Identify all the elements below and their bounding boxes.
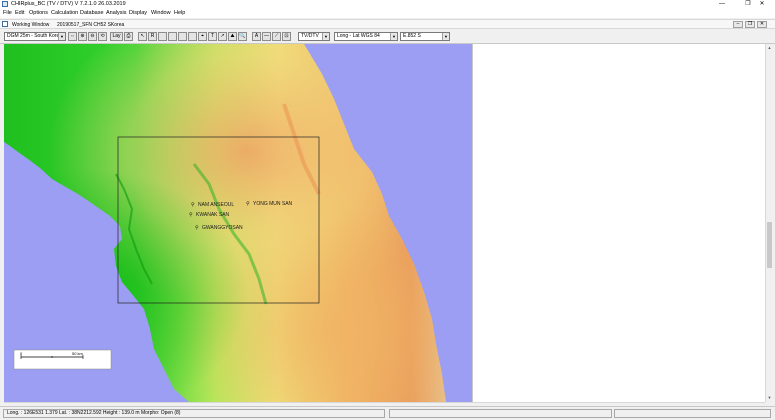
scale-bar-background <box>13 349 112 370</box>
chevron-down-icon: ▼ <box>58 33 65 40</box>
chevron-down-icon: ▼ <box>442 33 449 40</box>
propagation-select[interactable]: E.852 S ▼ <box>400 32 450 41</box>
coordinate-system-select[interactable]: Long - Lat WGS 84 ▼ <box>334 32 398 41</box>
vertical-scrollbar[interactable]: ▲ ▼ <box>765 44 773 402</box>
child-close-button[interactable]: ✕ <box>757 21 767 28</box>
terrain-button[interactable]: ⛰ <box>228 32 237 41</box>
close-button[interactable]: ✕ <box>749 0 775 9</box>
coordinate-system-value: Long - Lat WGS 84 <box>337 33 380 39</box>
app-icon <box>2 1 8 7</box>
menu-edit[interactable]: Edit <box>15 10 24 16</box>
station-symbol: ⚲ <box>191 202 195 208</box>
transmitter-station-3[interactable]: ⚲ KWANAK SAN <box>189 212 230 218</box>
app-title: CHIRplus_BC (TV / DTV) V 7.2.1.0 26.03.2… <box>11 1 126 7</box>
scroll-thumb[interactable] <box>767 222 772 268</box>
menu-window[interactable]: Window <box>151 10 171 16</box>
transmitter-station-4[interactable]: ⚲ GWANGGYOSAN <box>195 225 243 231</box>
dem-select[interactable]: DGM 25m - South Korea ▼ <box>4 32 66 41</box>
line-button[interactable]: — <box>262 32 271 41</box>
station-symbol: ⚲ <box>246 201 250 207</box>
arrow-button[interactable]: ↗ <box>218 32 227 41</box>
station-symbol: ⚲ <box>195 225 199 231</box>
status-bar: Long. : 126E531 1.379 Lat. : 38N2212.592… <box>0 406 775 420</box>
minimize-button[interactable]: — <box>709 0 735 9</box>
refresh-button[interactable]: ⟲ <box>98 32 107 41</box>
print-button[interactable]: ⎙ <box>124 32 133 41</box>
cursor-position-status: Long. : 126E531 1.379 Lat. : 38N2212.592… <box>3 409 385 418</box>
station-label: YONG MUN SAN <box>253 201 293 207</box>
station-label: NAM ANSEOUL <box>198 202 234 208</box>
tool-button-2[interactable] <box>168 32 177 41</box>
propagation-select-value: E.852 S <box>403 33 421 39</box>
station-symbol: ⚲ <box>189 212 193 218</box>
magnify-button[interactable]: 🔍 <box>238 32 247 41</box>
menu-database[interactable]: Database <box>80 10 104 16</box>
tool-button-3[interactable] <box>178 32 187 41</box>
scale-bar: 0 50 km <box>13 349 112 370</box>
window-icon <box>2 21 8 27</box>
dem-select-value: DGM 25m - South Korea <box>7 33 63 39</box>
crosshair-button[interactable]: ⌖ <box>198 32 207 41</box>
station-label: KWANAK SAN <box>196 212 230 218</box>
working-window-titlebar: Working Window 20190517_SFN CH52 SKorea … <box>0 19 775 29</box>
service-select-value: TV/DTV <box>301 33 319 39</box>
chevron-down-icon: ▼ <box>322 33 329 40</box>
child-restore-button[interactable]: ❐ <box>745 21 755 28</box>
status-panel <box>614 409 771 418</box>
title-bar: CHIRplus_BC (TV / DTV) V 7.2.1.0 26.03.2… <box>0 0 775 9</box>
menu-display[interactable]: Display <box>129 10 147 16</box>
menu-bar: File Edit Options Calculation Database A… <box>0 9 775 18</box>
transmitter-station-1[interactable]: ⚲ NAM ANSEOUL <box>191 202 234 208</box>
child-minimize-button[interactable]: – <box>733 21 743 28</box>
transmitter-station-2[interactable]: ⚲ YONG MUN SAN <box>246 201 293 207</box>
document-name: 20190517_SFN CH52 SKorea <box>57 22 125 28</box>
draw-button[interactable]: ⟋ <box>272 32 281 41</box>
tool-button-1[interactable] <box>158 32 167 41</box>
chevron-down-icon: ▼ <box>390 33 397 40</box>
zoom-in-button[interactable]: ⊕ <box>78 32 87 41</box>
menu-analysis[interactable]: Analysis <box>106 10 126 16</box>
status-panel <box>389 409 612 418</box>
text-button[interactable]: A <box>252 32 261 41</box>
scroll-up-icon[interactable]: ▲ <box>766 44 773 52</box>
frame-button[interactable]: ⊡ <box>282 32 291 41</box>
terrain-map-svg: ⚲ NAM ANSEOUL ⚲ YONG MUN SAN ⚲ KWANAK SA… <box>4 44 472 402</box>
station-label: GWANGGYOSAN <box>202 225 243 231</box>
transmitter-button[interactable]: T <box>208 32 217 41</box>
toolbar: DGM 25m - South Korea ▼ ⇔ ⊕ ⊖ ⟲ Lay ⎙ ↖ … <box>0 30 775 44</box>
zoom-out-button[interactable]: ⊖ <box>88 32 97 41</box>
terrain-map[interactable]: ⚲ NAM ANSEOUL ⚲ YONG MUN SAN ⚲ KWANAK SA… <box>4 44 472 402</box>
route-button[interactable]: R <box>148 32 157 41</box>
menu-options[interactable]: Options <box>29 10 48 16</box>
tool-button-4[interactable] <box>188 32 197 41</box>
scale-end-label: 50 km <box>72 351 84 356</box>
select-button[interactable]: ↖ <box>138 32 147 41</box>
service-select[interactable]: TV/DTV ▼ <box>298 32 330 41</box>
pan-button[interactable]: ⇔ <box>68 32 77 41</box>
layer-button[interactable]: Lay <box>110 32 123 41</box>
scroll-down-icon[interactable]: ▼ <box>766 394 773 402</box>
info-pane <box>472 44 765 402</box>
menu-calculation[interactable]: Calculation <box>51 10 78 16</box>
menu-file[interactable]: File <box>3 10 12 16</box>
menu-help[interactable]: Help <box>174 10 185 16</box>
working-window-label: Working Window <box>12 22 50 28</box>
